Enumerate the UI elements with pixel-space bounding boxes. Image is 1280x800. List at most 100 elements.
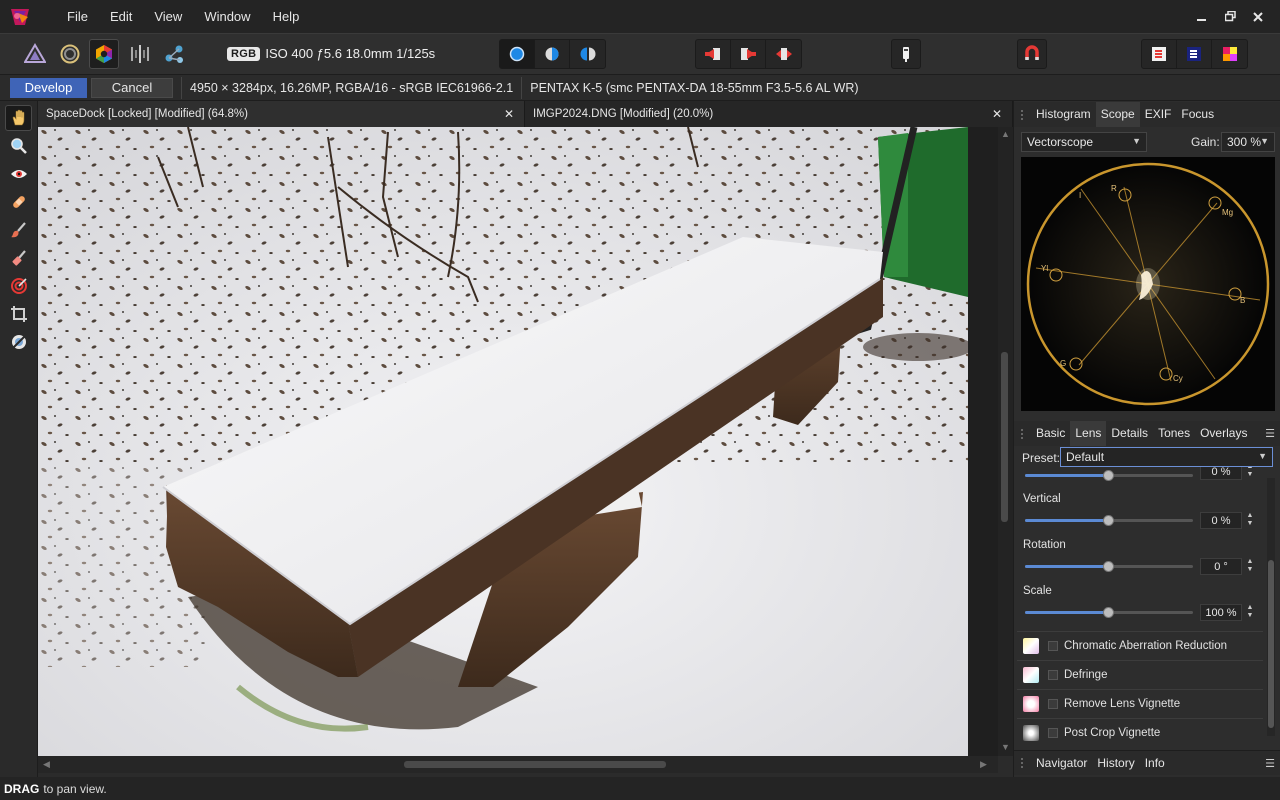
horizontal-scrollbar[interactable]: ◀ ▶: [38, 756, 998, 773]
scope-label-mg: Mg: [1222, 208, 1233, 217]
studio-view-1-button[interactable]: [1142, 40, 1177, 68]
tab-details[interactable]: Details: [1106, 421, 1153, 446]
white-balance-icon: [10, 334, 27, 350]
red-eye-tool[interactable]: [5, 161, 32, 187]
tab-tones[interactable]: Tones: [1153, 421, 1195, 446]
minimize-button[interactable]: [1188, 0, 1216, 33]
cancel-button[interactable]: Cancel: [91, 77, 173, 98]
overlay-paint-tool[interactable]: [5, 217, 32, 243]
vertical-slider[interactable]: [1025, 515, 1193, 526]
document-tab-imgp2024[interactable]: IMGP2024.DNG [Modified] (20.0%) ✕: [525, 101, 1013, 127]
scroll-down-icon[interactable]: ▼: [1001, 742, 1010, 752]
photo-snowy-bench[interactable]: [38, 127, 968, 756]
show-clipped-highlights-button[interactable]: [696, 40, 731, 68]
tab-exif[interactable]: EXIF: [1140, 102, 1177, 127]
option-chromatic-aberration[interactable]: Chromatic Aberration Reduction: [1017, 631, 1263, 659]
export-persona-button[interactable]: [160, 39, 190, 69]
scale-value[interactable]: 100 %: [1200, 604, 1242, 621]
panel-menu-icon[interactable]: ☰: [1265, 427, 1275, 440]
tab-info[interactable]: Info: [1140, 751, 1170, 776]
overlay-erase-tool[interactable]: [5, 245, 32, 271]
develop-panel-scrollbar[interactable]: [1267, 478, 1275, 736]
tone-mapping-persona-button[interactable]: [125, 39, 155, 69]
close-window-button[interactable]: [1244, 0, 1272, 33]
red-eye-magnet-button[interactable]: [1017, 39, 1047, 69]
vertical-value[interactable]: 0 %: [1200, 512, 1242, 529]
scroll-up-icon[interactable]: ▲: [1001, 129, 1010, 139]
crop-icon: [10, 306, 27, 322]
canvas[interactable]: ▲ ▼: [38, 127, 1013, 756]
tab-scope[interactable]: Scope: [1095, 102, 1140, 127]
scale-slider[interactable]: [1025, 607, 1193, 618]
horizontal-value[interactable]: 0 %: [1200, 467, 1242, 480]
menu-edit[interactable]: Edit: [99, 0, 143, 33]
split-view-button[interactable]: [535, 40, 570, 68]
menu-view[interactable]: View: [143, 0, 193, 33]
vertical-scroll-thumb[interactable]: [1001, 352, 1008, 522]
scope-mode-select[interactable]: Vectorscope ▼: [1021, 132, 1147, 152]
checkbox[interactable]: [1048, 727, 1058, 738]
show-clipped-tones-button[interactable]: [766, 40, 801, 68]
close-tab-icon[interactable]: ✕: [504, 107, 514, 121]
checkbox[interactable]: [1048, 698, 1058, 709]
option-remove-lens-vignette[interactable]: Remove Lens Vignette: [1017, 689, 1263, 717]
horizontal-stepper[interactable]: ▲▼: [1245, 467, 1255, 480]
studio-view-3-button[interactable]: [1212, 40, 1247, 68]
slider-knob[interactable]: [1103, 515, 1114, 526]
liquify-persona-button[interactable]: [55, 39, 85, 69]
checkbox[interactable]: [1048, 669, 1058, 680]
crop-tool[interactable]: [5, 301, 32, 327]
white-balance-picker-button[interactable]: [891, 39, 921, 69]
photo-persona-button[interactable]: [20, 39, 50, 69]
overlay-gradient-tool[interactable]: [5, 273, 32, 299]
white-balance-tool[interactable]: [5, 329, 32, 355]
zoom-tool[interactable]: [5, 133, 32, 159]
develop-button[interactable]: Develop: [10, 77, 87, 98]
restore-button[interactable]: [1216, 0, 1244, 33]
lens-vignette-icon: [1023, 695, 1039, 712]
checkbox[interactable]: [1048, 640, 1058, 651]
studio-view-2-button[interactable]: [1177, 40, 1212, 68]
menu-file[interactable]: File: [55, 0, 99, 33]
scroll-left-icon[interactable]: ◀: [43, 759, 50, 770]
horizontal-slider[interactable]: [1025, 470, 1193, 481]
scale-stepper[interactable]: ▲ ▼: [1245, 604, 1255, 621]
view-tool[interactable]: [5, 105, 32, 131]
status-bar: DRAG to pan view.: [0, 777, 1280, 800]
option-post-crop-vignette[interactable]: Post Crop Vignette: [1017, 718, 1263, 746]
vertical-scrollbar[interactable]: ▲ ▼: [998, 127, 1013, 756]
panel-grip-icon[interactable]: [1021, 109, 1025, 120]
slider-knob[interactable]: [1103, 607, 1114, 618]
document-tab-spacedock[interactable]: SpaceDock [Locked] [Modified] (64.8%) ✕: [38, 101, 525, 127]
gain-select[interactable]: 300 % ▼: [1221, 132, 1275, 152]
panel-grip-icon[interactable]: [1021, 428, 1025, 439]
tab-history[interactable]: History: [1092, 751, 1139, 776]
mirror-view-button[interactable]: [570, 40, 605, 68]
rotation-slider[interactable]: [1025, 561, 1193, 572]
panel-menu-icon[interactable]: ☰: [1265, 757, 1275, 770]
vertical-stepper[interactable]: ▲ ▼: [1245, 512, 1255, 529]
tab-focus[interactable]: Focus: [1176, 102, 1219, 127]
scroll-right-icon[interactable]: ▶: [980, 759, 987, 770]
tab-basic[interactable]: Basic: [1031, 421, 1070, 446]
single-view-button[interactable]: [500, 40, 535, 68]
close-tab-icon[interactable]: ✕: [992, 107, 1002, 121]
tab-overlays[interactable]: Overlays: [1195, 421, 1252, 446]
tab-histogram[interactable]: Histogram: [1031, 102, 1096, 127]
menu-window[interactable]: Window: [193, 0, 261, 33]
menu-help[interactable]: Help: [262, 0, 311, 33]
panel-grip-icon[interactable]: [1021, 758, 1025, 768]
horizontal-scroll-thumb[interactable]: [404, 761, 666, 768]
show-clipped-shadows-button[interactable]: [731, 40, 766, 68]
develop-persona-button[interactable]: [89, 39, 119, 69]
rotation-stepper[interactable]: ▲ ▼: [1245, 558, 1255, 575]
tab-navigator[interactable]: Navigator: [1031, 751, 1092, 776]
option-defringe[interactable]: Defringe: [1017, 660, 1263, 688]
tab-lens[interactable]: Lens: [1070, 421, 1107, 446]
develop-panel-scroll-thumb[interactable]: [1268, 560, 1274, 728]
preset-select[interactable]: Default ▼: [1060, 447, 1273, 467]
slider-knob[interactable]: [1103, 470, 1114, 481]
blemish-removal-tool[interactable]: [5, 189, 32, 215]
rotation-value[interactable]: 0 °: [1200, 558, 1242, 575]
slider-knob[interactable]: [1103, 561, 1114, 572]
